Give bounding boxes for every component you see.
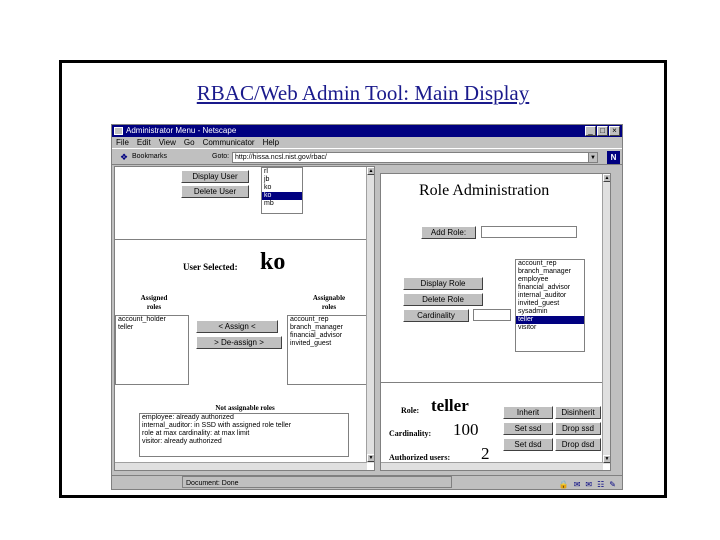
delete-role-button[interactable]: Delete Role (403, 293, 483, 306)
divider (381, 382, 602, 384)
status-bar: Document: Done 🔒 ✉ ✉ ☷ ✎ (112, 475, 622, 489)
composer-icon[interactable]: ✎ (609, 478, 616, 489)
menu-go[interactable]: Go (184, 137, 195, 148)
netscape-logo: N (607, 151, 620, 164)
slide-title: RBAC/Web Admin Tool: Main Display (196, 81, 530, 105)
divider (115, 239, 367, 241)
user-selected-value: ko (260, 249, 286, 275)
list-item[interactable]: sysadmin (516, 308, 584, 316)
menu-view[interactable]: View (159, 137, 176, 148)
deassign-button[interactable]: > De-assign > (196, 336, 282, 349)
menu-bar: File Edit View Go Communicator Help (112, 137, 622, 148)
role-list[interactable]: account_rep branch_manager employee fina… (515, 259, 585, 352)
user-frame: Display User Delete User rl jb ko ko mb … (114, 166, 375, 471)
slide-frame: RBAC/Web Admin Tool: Main Display Admini… (59, 60, 667, 498)
minimize-button[interactable]: _ (585, 126, 596, 136)
browser-window: Administrator Menu - Netscape _ □ × File… (111, 124, 623, 490)
role-label: Role: (401, 406, 420, 415)
assignable-roles-label: Assignable roles (312, 294, 346, 311)
menu-edit[interactable]: Edit (137, 137, 151, 148)
not-assignable-list[interactable]: employee: already authorized internal_au… (139, 413, 349, 457)
user-selected-label: User Selected: (183, 262, 238, 272)
delete-user-button[interactable]: Delete User (181, 185, 249, 198)
list-item[interactable]: branch_manager (516, 268, 584, 276)
list-item[interactable]: rl (262, 168, 302, 176)
assigned-roles-label: Assigned roles (140, 294, 168, 311)
role-value: teller (431, 396, 469, 415)
window-title: Administrator Menu - Netscape (126, 126, 237, 135)
list-item[interactable]: financial_advisor (516, 284, 584, 292)
discussion-icon[interactable]: ☷ (597, 478, 604, 489)
list-item[interactable]: visitor: already authorized (140, 438, 348, 446)
url-input[interactable]: http://hissa.ncsl.nist.gov/rbac/ (232, 152, 598, 163)
list-item[interactable]: account_rep (288, 316, 366, 324)
component-bar-icon[interactable]: ✉ (574, 478, 581, 489)
list-item[interactable]: teller (116, 324, 188, 332)
list-item[interactable]: employee (516, 276, 584, 284)
list-item[interactable]: account_holder (116, 316, 188, 324)
url-dropdown-icon[interactable]: ▼ (588, 152, 598, 163)
assigned-roles-list[interactable]: account_holder teller (115, 315, 189, 385)
set-dsd-button[interactable]: Set dsd (503, 438, 553, 451)
list-item[interactable]: internal_auditor (516, 292, 584, 300)
scroll-down-icon[interactable]: ▼ (603, 455, 610, 463)
add-role-button[interactable]: Add Role: (421, 226, 476, 239)
status-text: Document: Done (182, 476, 452, 488)
menu-communicator[interactable]: Communicator (203, 137, 255, 148)
drop-ssd-button[interactable]: Drop ssd (555, 422, 601, 435)
cardinality-value: 100 (453, 420, 479, 439)
disinherit-button[interactable]: Disinherit (555, 406, 601, 419)
bookmarks-icon[interactable]: ❖ (120, 152, 128, 163)
user-list[interactable]: rl jb ko ko mb (261, 167, 303, 214)
maximize-button[interactable]: □ (597, 126, 608, 136)
list-item[interactable]: account_rep (516, 260, 584, 268)
left-frame-scrollbar[interactable]: ▲ ▼ (366, 167, 374, 463)
assign-button[interactable]: < Assign < (196, 320, 278, 333)
cardinality-input[interactable] (473, 309, 511, 321)
list-item[interactable]: invited_guest (288, 340, 366, 348)
cardinality-label: Cardinality: (389, 429, 432, 438)
list-item[interactable]: ko (262, 184, 302, 192)
list-item[interactable]: jb (262, 176, 302, 184)
goto-label: Goto: (212, 153, 230, 160)
right-frame-hscrollbar[interactable] (381, 462, 603, 470)
list-item[interactable]: invited_guest (516, 300, 584, 308)
assignable-roles-list[interactable]: account_rep branch_manager financial_adv… (287, 315, 367, 385)
role-admin-heading: Role Administration (419, 182, 550, 199)
list-item[interactable]: branch_manager (288, 324, 366, 332)
list-item[interactable]: financial_advisor (288, 332, 366, 340)
scroll-up-icon[interactable]: ▲ (367, 167, 374, 175)
location-toolbar: ❖ Bookmarks Goto: http://hissa.ncsl.nist… (112, 148, 622, 165)
role-frame: Role Administration Add Role: account_re… (380, 173, 611, 471)
drop-dsd-button[interactable]: Drop dsd (555, 438, 601, 451)
left-frame-hscrollbar[interactable] (115, 462, 367, 470)
authorized-users-label: Authorized users: (389, 453, 451, 462)
bookmarks-button[interactable]: Bookmarks (132, 153, 167, 160)
add-role-input[interactable] (481, 226, 577, 238)
list-item[interactable]: mb (262, 200, 302, 208)
inherit-button[interactable]: Inherit (503, 406, 553, 419)
set-ssd-button[interactable]: Set ssd (503, 422, 553, 435)
authorized-users-value: 2 (481, 444, 490, 463)
list-item[interactable]: visitor (516, 324, 584, 332)
display-role-button[interactable]: Display Role (403, 277, 483, 290)
security-lock-icon[interactable]: 🔒 (559, 478, 569, 489)
cardinality-button[interactable]: Cardinality (403, 309, 469, 322)
scroll-down-icon[interactable]: ▼ (367, 454, 374, 462)
list-item[interactable]: role at max cardinality: at max limit (140, 430, 348, 438)
list-item[interactable]: employee: already authorized (140, 414, 348, 422)
app-icon (114, 127, 123, 135)
mail-icon[interactable]: ✉ (585, 478, 592, 489)
display-user-button[interactable]: Display User (181, 170, 249, 183)
right-frame-scrollbar[interactable]: ▲ ▼ (602, 174, 610, 464)
menu-help[interactable]: Help (263, 137, 279, 148)
menu-file[interactable]: File (116, 137, 129, 148)
list-item[interactable]: teller (516, 316, 584, 324)
window-titlebar: Administrator Menu - Netscape _ □ × (112, 125, 622, 137)
scroll-up-icon[interactable]: ▲ (603, 174, 610, 182)
list-item[interactable]: ko (262, 192, 302, 200)
close-button[interactable]: × (609, 126, 620, 136)
list-item[interactable]: internal_auditor: in SSD with assigned r… (140, 422, 348, 430)
not-assignable-label: Not assignable roles (215, 404, 275, 412)
